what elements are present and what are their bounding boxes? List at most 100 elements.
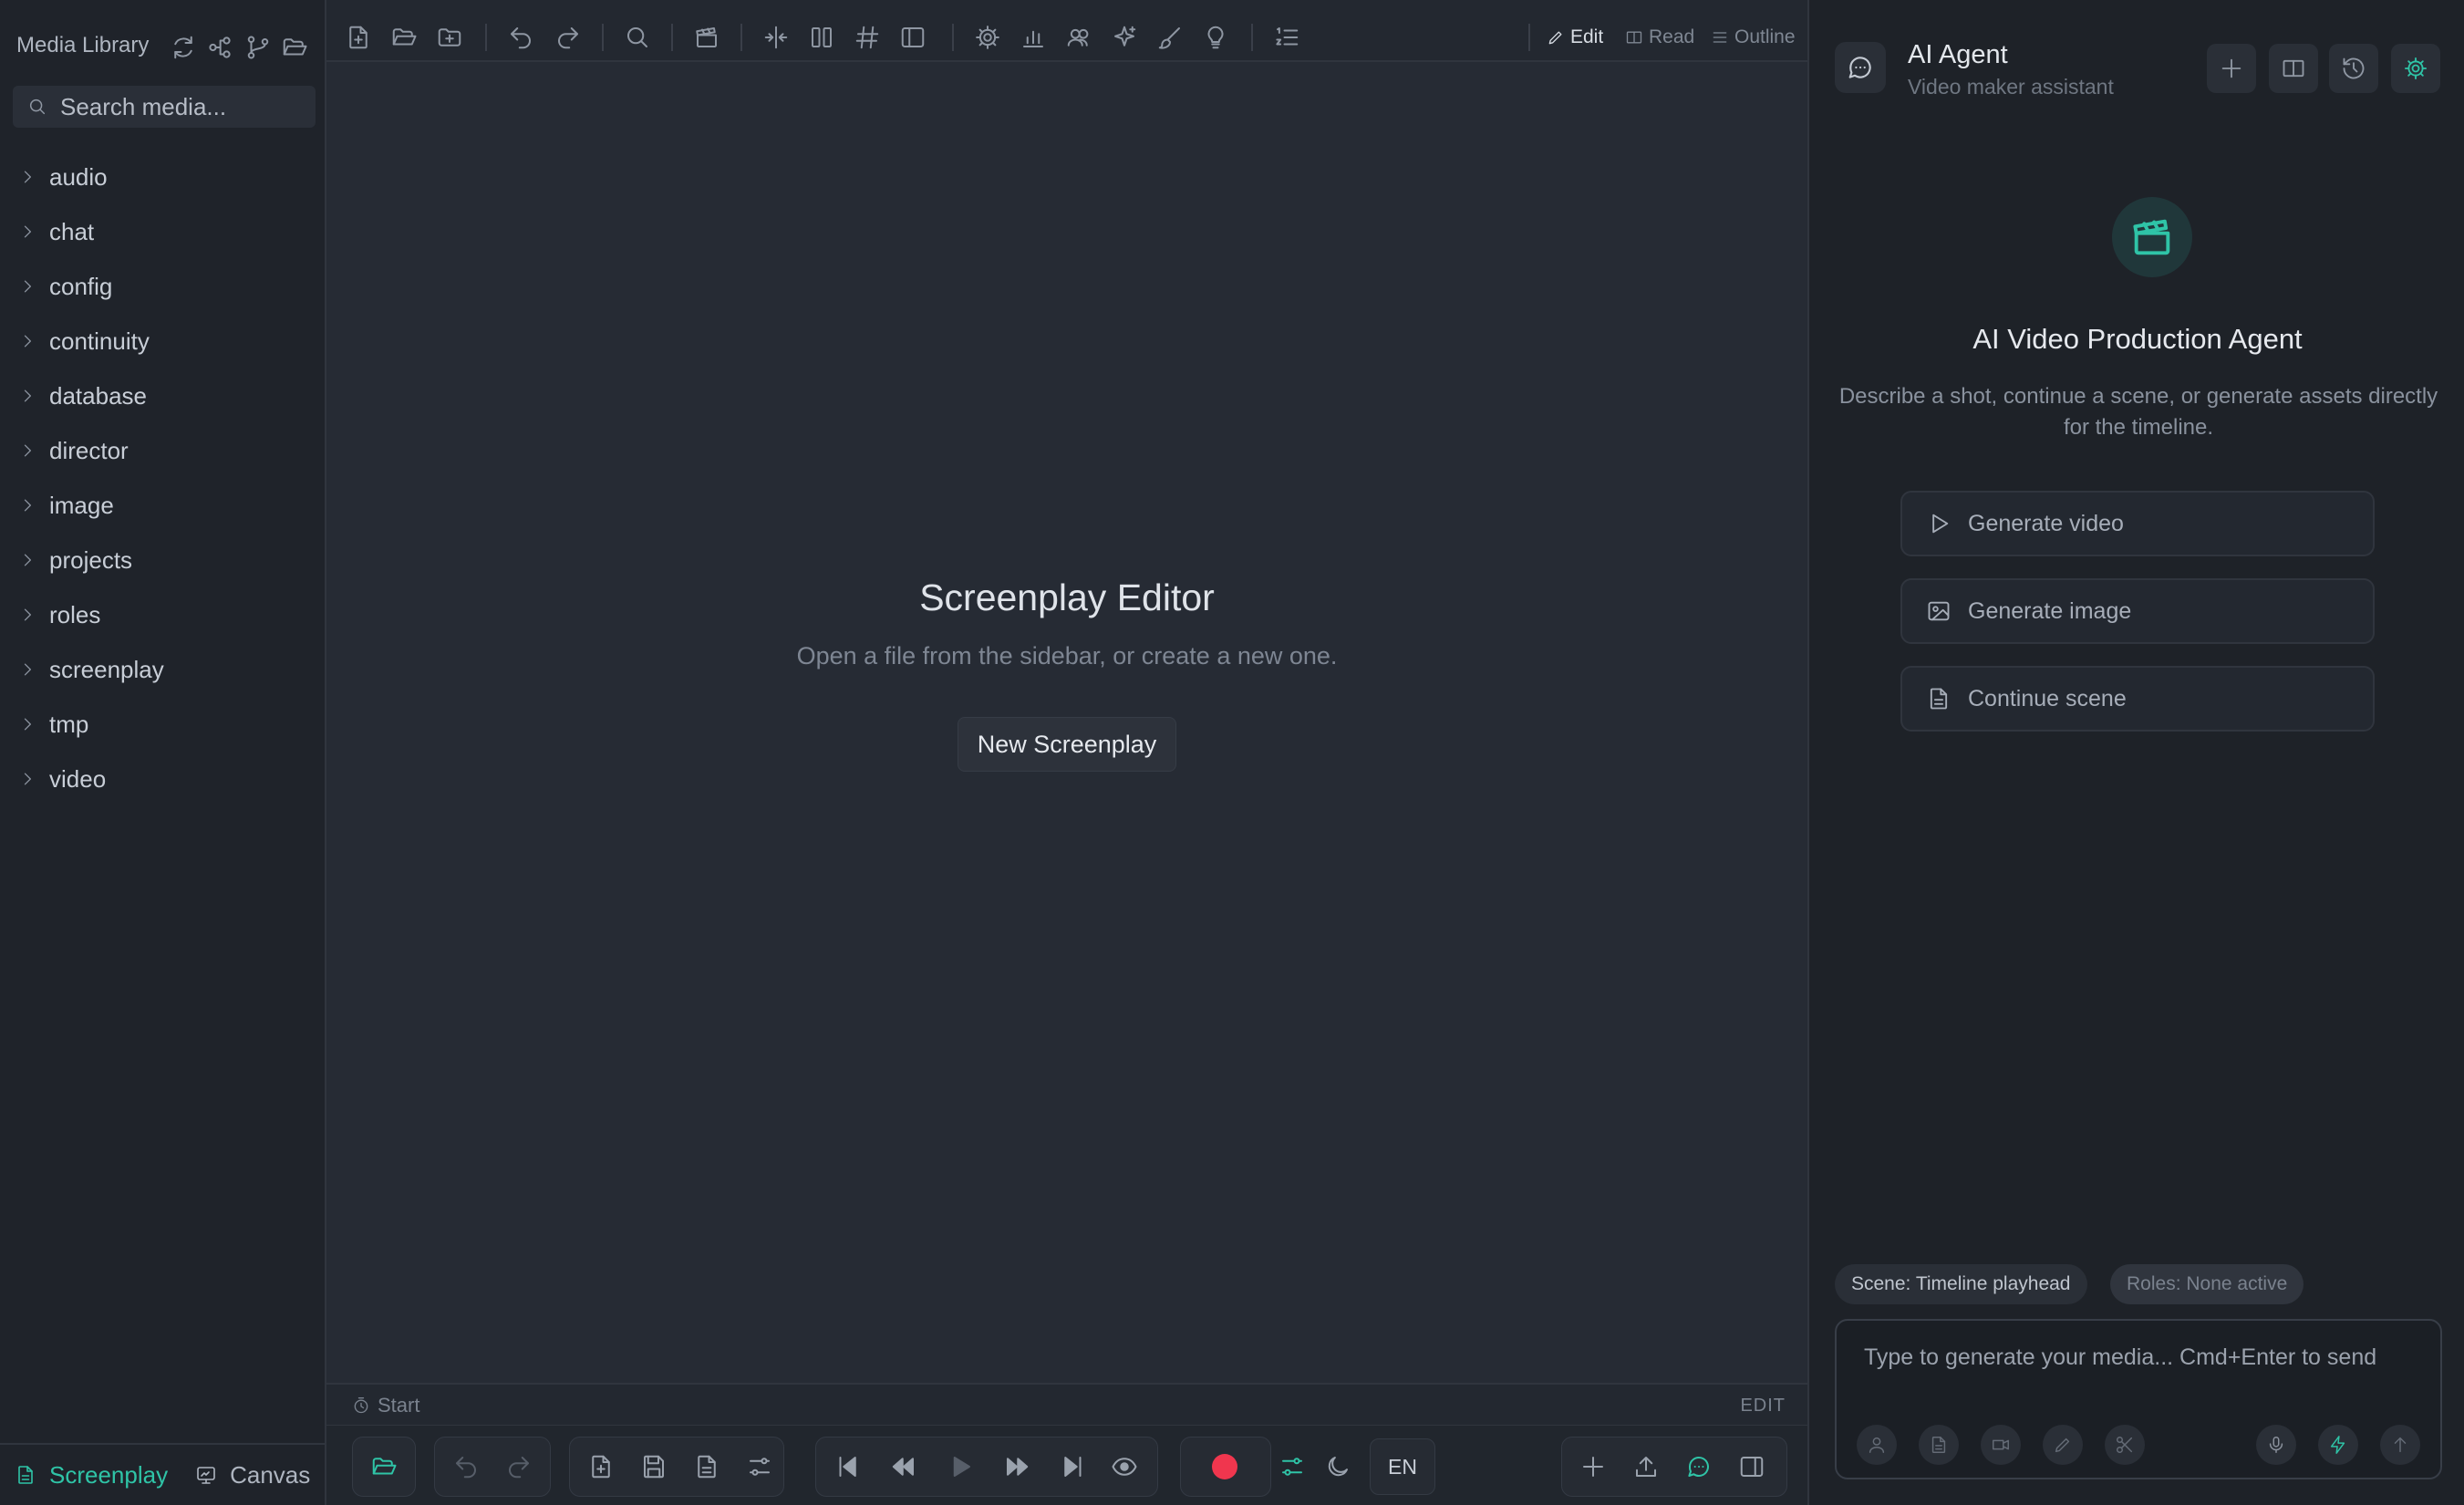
nodes-icon[interactable]	[206, 34, 233, 61]
folder-label: tmp	[49, 710, 89, 738]
folder-item[interactable]: director	[0, 423, 325, 478]
settings-button[interactable]	[2391, 44, 2440, 93]
hash-icon[interactable]	[854, 24, 881, 51]
book-icon	[1625, 28, 1643, 47]
agent-subtitle: Video maker assistant	[1908, 75, 2114, 99]
git-branch-icon[interactable]	[244, 34, 272, 61]
moon-icon[interactable]	[1324, 1453, 1351, 1480]
scene-context-chip[interactable]: Scene: Timeline playhead	[1835, 1264, 2087, 1304]
sidebar-footer-tabs: Screenplay Canvas	[0, 1443, 325, 1505]
rewind-icon[interactable]	[890, 1453, 917, 1480]
new-folder-icon[interactable]	[436, 24, 463, 51]
edit-button[interactable]	[2043, 1425, 2083, 1465]
lightbulb-icon[interactable]	[1202, 24, 1229, 51]
chevron-right-icon	[18, 551, 36, 569]
doc-attach-button[interactable]	[1919, 1425, 1959, 1465]
sidebar-toggle-icon[interactable]	[1738, 1453, 1765, 1480]
users-icon[interactable]	[1065, 24, 1092, 51]
agent-prompt-input[interactable]	[1864, 1344, 2420, 1390]
numbered-list-icon[interactable]	[1273, 24, 1300, 51]
eye-icon[interactable]	[1111, 1453, 1138, 1480]
send-button[interactable]	[2380, 1425, 2420, 1465]
language-button[interactable]: EN	[1370, 1438, 1435, 1495]
chat-icon[interactable]	[1685, 1453, 1713, 1480]
video-attach-button[interactable]	[1981, 1425, 2021, 1465]
record-button[interactable]	[1212, 1454, 1237, 1479]
generate-image-button[interactable]: Generate image	[1900, 578, 2375, 644]
columns-icon[interactable]	[808, 24, 835, 51]
editor-status-bar: Start EDIT	[326, 1383, 1807, 1425]
history-button[interactable]	[2329, 44, 2378, 93]
play-icon[interactable]	[947, 1453, 974, 1480]
document-icon[interactable]	[693, 1453, 720, 1480]
folder-item[interactable]: continuity	[0, 314, 325, 368]
folder-item[interactable]: roles	[0, 587, 325, 642]
mode-outline[interactable]: Outline	[1711, 24, 1796, 51]
split-icon[interactable]	[762, 24, 790, 51]
plus-icon[interactable]	[1579, 1453, 1607, 1480]
brush-icon[interactable]	[1156, 24, 1184, 51]
search-icon[interactable]	[624, 24, 651, 51]
new-file-icon[interactable]	[587, 1453, 615, 1480]
folder-item[interactable]: image	[0, 478, 325, 533]
gear-icon[interactable]	[974, 24, 1001, 51]
undo-icon[interactable]	[452, 1453, 480, 1480]
panel-icon[interactable]	[899, 24, 927, 51]
open-folder-icon[interactable]	[390, 24, 418, 51]
upload-icon[interactable]	[1632, 1453, 1660, 1480]
mode-label: Edit	[1570, 26, 1604, 47]
folder-item[interactable]: chat	[0, 204, 325, 259]
roles-context-chip[interactable]: Roles: None active	[2110, 1264, 2304, 1304]
folder-open-icon[interactable]	[281, 34, 308, 61]
folder-icon[interactable]	[370, 1453, 398, 1480]
media-search-input[interactable]	[60, 92, 306, 121]
quick-generate-button[interactable]	[2318, 1425, 2358, 1465]
folder-item[interactable]: video	[0, 752, 325, 806]
new-file-icon[interactable]	[345, 24, 372, 51]
editor-toolbar: Edit Read Outline	[326, 0, 1807, 62]
bar-chart-icon[interactable]	[1020, 24, 1047, 51]
clapperboard-icon[interactable]	[693, 24, 720, 51]
empty-state-title: Screenplay Editor	[919, 576, 1215, 618]
folder-item[interactable]: audio	[0, 150, 325, 204]
skip-forward-icon[interactable]	[1060, 1453, 1087, 1480]
new-screenplay-button[interactable]: New Screenplay	[958, 717, 1176, 772]
chevron-right-icon	[18, 660, 36, 679]
chevron-right-icon	[18, 223, 36, 241]
generate-video-button[interactable]: Generate video	[1900, 491, 2375, 556]
fast-forward-icon[interactable]	[1003, 1453, 1030, 1480]
layout-button[interactable]	[2269, 44, 2318, 93]
tab-label: Canvas	[230, 1460, 311, 1489]
layout-icon	[2281, 56, 2306, 81]
save-icon[interactable]	[640, 1453, 668, 1480]
folder-item[interactable]: database	[0, 368, 325, 423]
cut-button[interactable]	[2105, 1425, 2145, 1465]
chevron-right-icon	[18, 496, 36, 514]
tab-screenplay[interactable]: Screenplay	[15, 1461, 168, 1489]
new-chat-button[interactable]	[2207, 44, 2256, 93]
refresh-icon[interactable]	[170, 34, 197, 61]
sliders-icon[interactable]	[746, 1453, 773, 1480]
folder-item[interactable]: config	[0, 259, 325, 314]
tune-icon[interactable]	[1279, 1453, 1306, 1480]
chevron-right-icon	[18, 770, 36, 788]
folder-label: config	[49, 272, 113, 300]
undo-icon[interactable]	[507, 24, 534, 51]
redo-icon[interactable]	[505, 1453, 533, 1480]
sparkle-icon[interactable]	[1111, 24, 1138, 51]
mode-edit[interactable]: Edit	[1547, 24, 1603, 51]
microphone-button[interactable]	[2256, 1425, 2296, 1465]
folder-item[interactable]: projects	[0, 533, 325, 587]
tab-canvas[interactable]: Canvas	[195, 1461, 310, 1489]
chevron-right-icon	[18, 168, 36, 186]
role-attach-button[interactable]	[1857, 1425, 1897, 1465]
video-icon	[1991, 1435, 2011, 1455]
microphone-icon	[2266, 1435, 2286, 1455]
skip-back-icon[interactable]	[833, 1453, 861, 1480]
history-icon	[2341, 56, 2366, 81]
redo-icon[interactable]	[554, 24, 582, 51]
folder-item[interactable]: tmp	[0, 697, 325, 752]
mode-read[interactable]: Read	[1625, 24, 1694, 51]
folder-item[interactable]: screenplay	[0, 642, 325, 697]
continue-scene-button[interactable]: Continue scene	[1900, 666, 2375, 732]
